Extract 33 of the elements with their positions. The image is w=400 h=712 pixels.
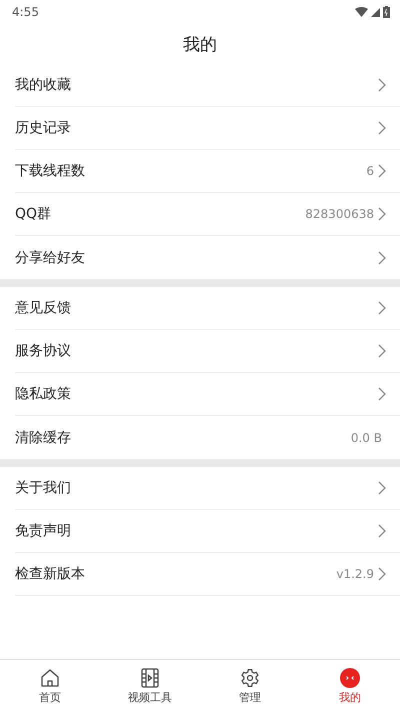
- face-icon: [340, 668, 360, 688]
- status-time: 4:55: [12, 5, 39, 19]
- row-value: 6: [366, 164, 374, 178]
- nav-tab[interactable]: 首页: [0, 660, 100, 712]
- menu-row[interactable]: 历史记录: [15, 107, 400, 150]
- nav-tab[interactable]: 视频工具: [100, 660, 200, 712]
- menu-row[interactable]: 清除缓存 0.0 B: [15, 416, 400, 459]
- row-value: 828300638: [305, 207, 374, 221]
- battery-icon: [383, 6, 390, 18]
- settings-icon: [240, 668, 260, 688]
- menu-row[interactable]: 检查新版本 v1.2.9: [15, 553, 400, 596]
- nav-tab[interactable]: 管理: [200, 660, 300, 712]
- nav-label: 首页: [39, 690, 61, 704]
- menu-row[interactable]: 免责声明: [15, 510, 400, 553]
- menu-row[interactable]: 关于我们: [15, 467, 400, 510]
- menu-row[interactable]: 意见反馈: [15, 287, 400, 330]
- row-value: 0.0 B: [350, 430, 382, 444]
- menu-row[interactable]: 分享给好友: [15, 236, 400, 279]
- nav-label: 我的: [339, 690, 361, 704]
- menu-row[interactable]: 我的收藏: [15, 64, 400, 107]
- home-icon: [40, 668, 60, 688]
- signal-icon: [371, 8, 380, 16]
- menu-row[interactable]: 下载线程数 6: [15, 150, 400, 193]
- page-title: 我的: [182, 34, 218, 56]
- menu-row[interactable]: 隐私政策: [15, 373, 400, 416]
- row-value: v1.2.9: [336, 567, 374, 581]
- menu-row[interactable]: 服务协议: [15, 330, 400, 373]
- wifi-icon: [355, 7, 368, 17]
- menu-row[interactable]: QQ群 828300638: [15, 193, 400, 236]
- nav-tab[interactable]: 我的: [300, 660, 400, 712]
- nav-label: 视频工具: [128, 690, 172, 704]
- nav-label: 管理: [239, 690, 261, 704]
- film-icon: [140, 668, 160, 688]
